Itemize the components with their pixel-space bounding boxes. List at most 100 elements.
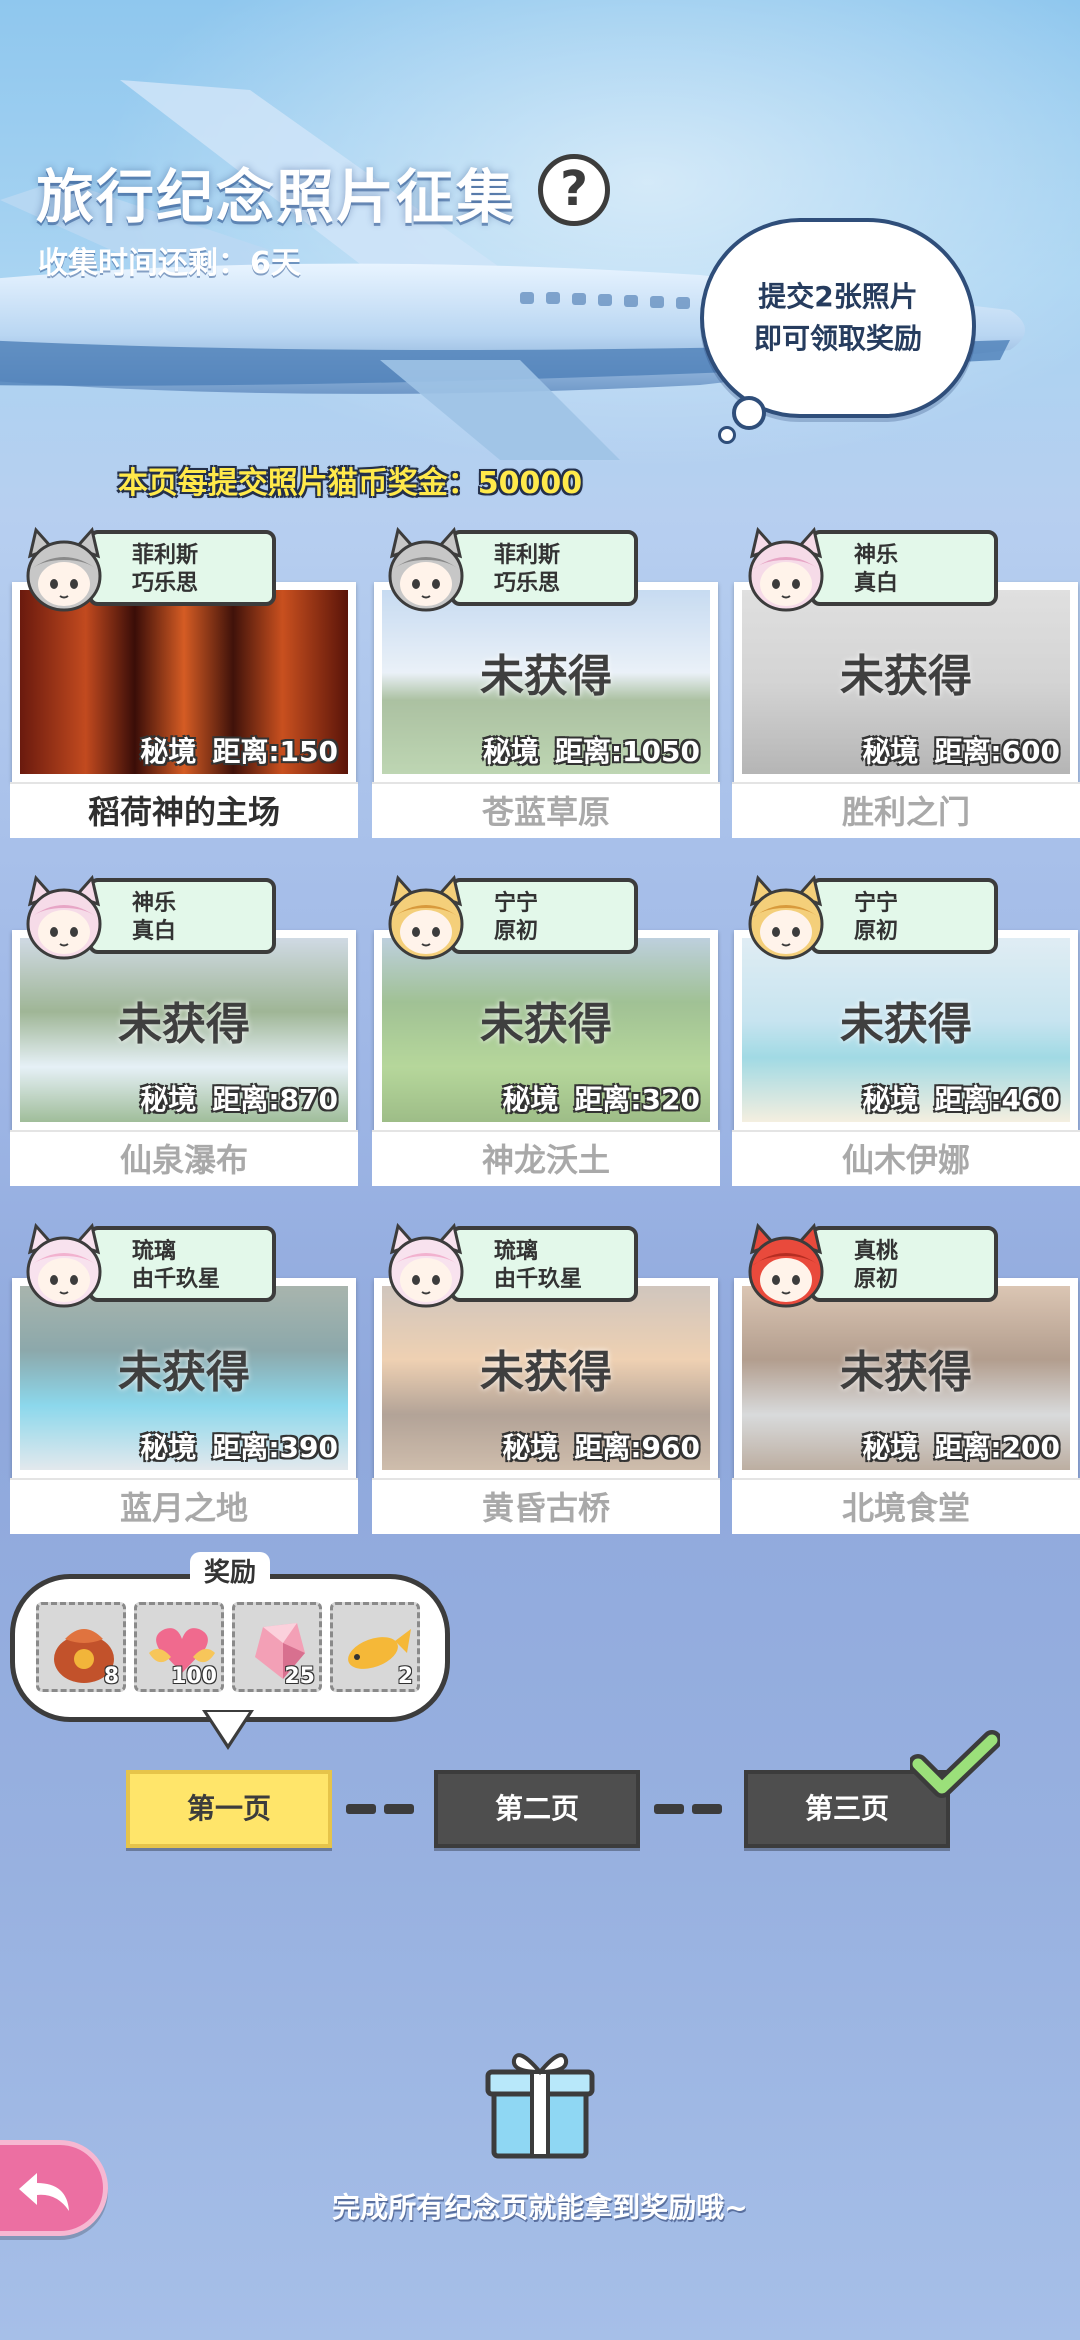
photo-image: 未获得 秘境 距离:200	[742, 1286, 1070, 1470]
photo-card[interactable]: 未获得 秘境 距离:320 神龙沃土 宁宁 原初	[372, 874, 720, 1186]
photo-image: 未获得 秘境 距离:960	[382, 1286, 710, 1470]
photo-image: 未获得 秘境 距离:460	[742, 938, 1070, 1122]
reward-slot-fish[interactable]: 2	[330, 1602, 420, 1692]
location-name: 仙泉瀑布	[10, 1130, 358, 1186]
character-name-2: 巧乐思	[494, 571, 561, 596]
checkmark-icon	[910, 1730, 1000, 1798]
character-name-2: 原初	[854, 1267, 899, 1292]
distance-label: 秘境 距离:150	[140, 730, 338, 770]
photo-card[interactable]: 未获得 秘境 距离:200 北境食堂 真桃 原初	[732, 1222, 1080, 1534]
character-tag: 神乐 真白	[88, 878, 276, 954]
distance-value: 距离:960	[574, 1431, 700, 1464]
area-label: 秘境	[862, 1431, 919, 1464]
area-label: 秘境	[502, 1431, 559, 1464]
completion-hint: 完成所有纪念页就能拿到奖励哦~	[332, 2191, 748, 2224]
reward-qty: 100	[171, 1664, 217, 1689]
character-tag: 真桃 原初	[810, 1226, 998, 1302]
hint-bubble: 提交2张照片 即可领取奖励	[700, 218, 976, 418]
bubble-tail	[732, 396, 766, 430]
character-name-2: 由千玖星	[494, 1267, 583, 1292]
reward-slot-crystal[interactable]: 25	[232, 1602, 322, 1692]
character-name-2: 真白	[854, 571, 899, 596]
locked-status: 未获得	[480, 1347, 612, 1398]
photo-card[interactable]: 未获得 秘境 距离:390 蓝月之地 琉璃 由千玖星	[10, 1222, 358, 1534]
distance-value: 距离:150	[212, 735, 338, 768]
countdown-value: 6天	[250, 246, 301, 281]
photo-card[interactable]: 秘境 距离:150 稻荷神的主场 菲利斯 巧乐思	[10, 526, 358, 838]
photo-card[interactable]: 未获得 秘境 距离:460 仙木伊娜 宁宁 原初	[732, 874, 1080, 1186]
tab-connector	[654, 1804, 684, 1814]
area-label: 秘境	[140, 735, 197, 768]
area-label: 秘境	[862, 735, 919, 768]
locked-status: 未获得	[118, 999, 250, 1050]
reward-qty: 2	[397, 1664, 413, 1689]
tab-connector	[384, 1804, 414, 1814]
help-button[interactable]: ?	[538, 154, 610, 226]
distance-label: 秘境 距离:960	[502, 1426, 700, 1466]
distance-value: 距离:460	[934, 1083, 1060, 1116]
character-avatar-icon	[26, 1222, 102, 1308]
bonus-text: 本页每提交照片猫币奖金：50000	[117, 466, 583, 501]
character-name-2: 巧乐思	[132, 571, 199, 596]
character-name-2: 真白	[132, 919, 177, 944]
distance-label: 秘境 距离:390	[140, 1426, 338, 1466]
photo-image: 未获得 秘境 距离:1050	[382, 590, 710, 774]
locked-status: 未获得	[840, 651, 972, 702]
character-avatar-icon	[388, 526, 464, 612]
location-name: 苍蓝草原	[372, 782, 720, 838]
distance-label: 秘境 距离:320	[502, 1078, 700, 1118]
character-name-1: 菲利斯	[132, 543, 199, 568]
distance-value: 距离:390	[212, 1431, 338, 1464]
tab-connector	[692, 1804, 722, 1814]
bubble-tail-small	[718, 426, 736, 444]
distance-label: 秘境 距离:200	[862, 1426, 1060, 1466]
hint-line-1: 提交2张照片	[758, 280, 918, 313]
character-name-1: 神乐	[854, 543, 899, 568]
back-arrow-icon	[19, 2173, 69, 2211]
character-name-1: 宁宁	[494, 891, 539, 916]
photo-card[interactable]: 未获得 秘境 距离:870 仙泉瀑布 神乐 真白	[10, 874, 358, 1186]
character-name-2: 原初	[854, 919, 899, 944]
photo-card[interactable]: 未获得 秘境 距离:960 黄昏古桥 琉璃 由千玖星	[372, 1222, 720, 1534]
character-tag: 神乐 真白	[810, 530, 998, 606]
character-avatar-icon	[748, 1222, 824, 1308]
back-button[interactable]	[0, 2140, 108, 2236]
photo-image: 未获得 秘境 距离:390	[20, 1286, 348, 1470]
distance-label: 秘境 距离:460	[862, 1078, 1060, 1118]
character-name-2: 由千玖星	[132, 1267, 221, 1292]
reward-popup-tail-inner	[207, 1712, 249, 1744]
distance-value: 距离:1050	[554, 735, 700, 768]
photo-image: 秘境 距离:150	[20, 590, 348, 774]
area-label: 秘境	[140, 1431, 197, 1464]
character-tag: 琉璃 由千玖星	[450, 1226, 638, 1302]
character-avatar-icon	[26, 874, 102, 960]
reward-qty: 25	[284, 1664, 315, 1689]
tab-page-2[interactable]: 第二页	[434, 1770, 640, 1848]
distance-value: 距离:320	[574, 1083, 700, 1116]
area-label: 秘境	[862, 1083, 919, 1116]
gift-box-icon[interactable]	[484, 2044, 596, 2160]
photo-card[interactable]: 未获得 秘境 距离:600 胜利之门 神乐 真白	[732, 526, 1080, 838]
character-tag: 琉璃 由千玖星	[88, 1226, 276, 1302]
area-label: 秘境	[140, 1083, 197, 1116]
locked-status: 未获得	[840, 1347, 972, 1398]
character-name-2: 原初	[494, 919, 539, 944]
character-avatar-icon	[748, 874, 824, 960]
character-tag: 宁宁 原初	[450, 878, 638, 954]
location-name: 蓝月之地	[10, 1478, 358, 1534]
character-avatar-icon	[388, 1222, 464, 1308]
tab-page-1[interactable]: 第一页	[126, 1770, 332, 1848]
reward-title: 奖励	[190, 1552, 270, 1589]
reward-slot-lucky-bag[interactable]: 8	[36, 1602, 126, 1692]
reward-qty: 8	[103, 1664, 119, 1689]
photo-image: 未获得 秘境 距离:320	[382, 938, 710, 1122]
character-name-1: 菲利斯	[494, 543, 561, 568]
location-name: 北境食堂	[732, 1478, 1080, 1534]
locked-status: 未获得	[840, 999, 972, 1050]
location-name: 黄昏古桥	[372, 1478, 720, 1534]
countdown: 收集时间还剩：6天	[36, 238, 301, 282]
reward-slot-heart-wings[interactable]: 100	[134, 1602, 224, 1692]
distance-label: 秘境 距离:870	[140, 1078, 338, 1118]
photo-card[interactable]: 未获得 秘境 距离:1050 苍蓝草原 菲利斯 巧乐思	[372, 526, 720, 838]
distance-label: 秘境 距离:600	[862, 730, 1060, 770]
